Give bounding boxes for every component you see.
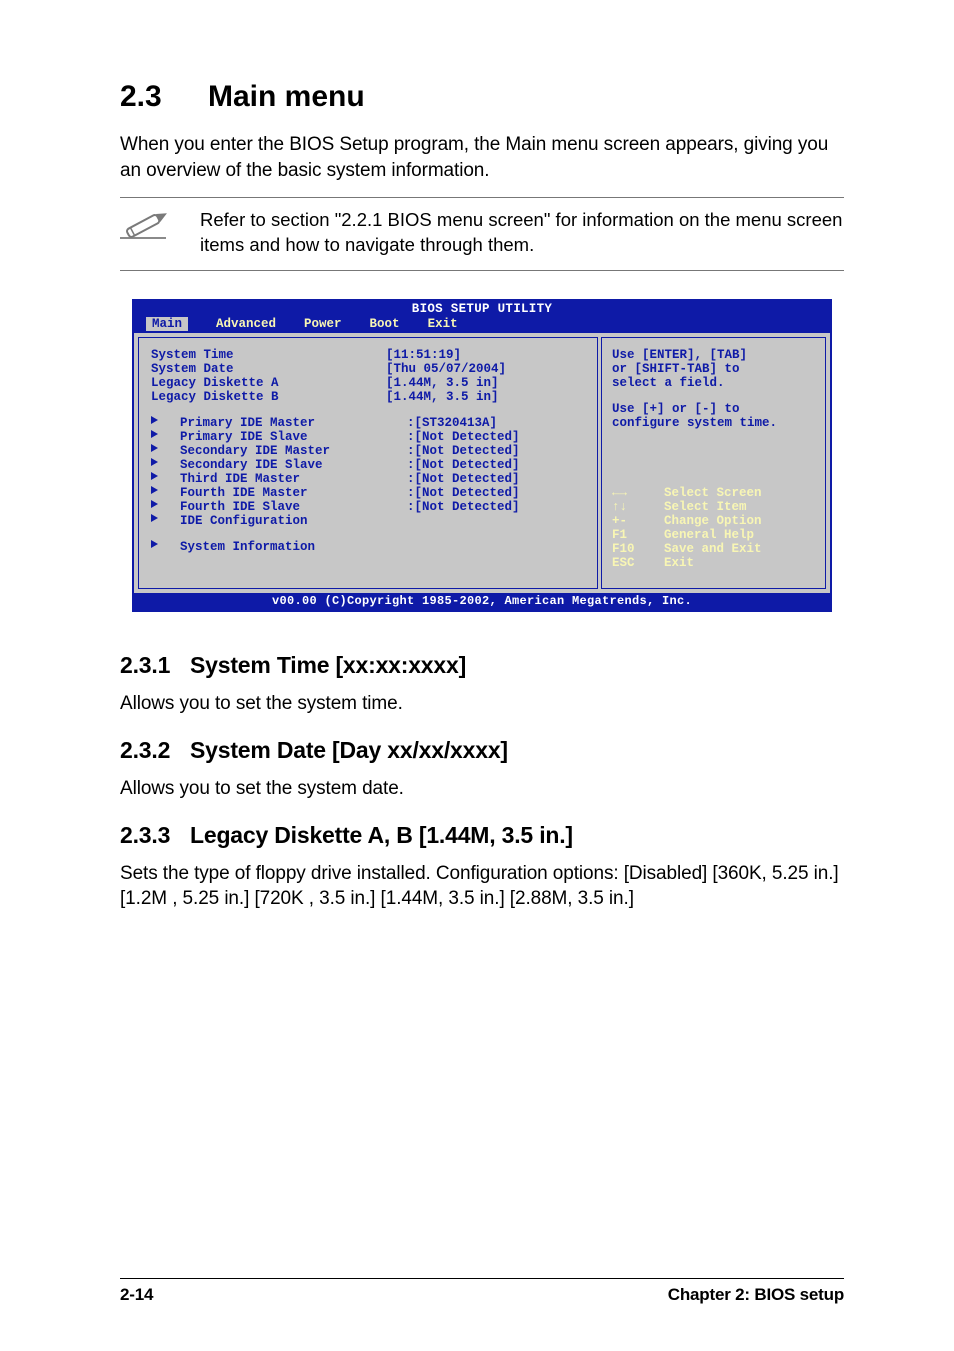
page-number: 2-14 xyxy=(120,1285,153,1305)
heading-number: 2.3 xyxy=(120,80,208,114)
section-heading: 2.3.2System Date [Day xx/xx/xxxx] xyxy=(120,737,844,764)
section-body: Sets the type of floppy drive installed.… xyxy=(120,861,844,912)
note-text: Refer to section "2.2.1 BIOS menu screen… xyxy=(200,208,844,258)
bios-menu-bar: Main Advanced Power Boot Exit xyxy=(134,316,830,333)
section-body: Allows you to set the system date. xyxy=(120,776,844,802)
triangle-icon xyxy=(151,444,158,452)
bios-help-panel: Use [ENTER], [TAB] or [SHIFT-TAB] to sel… xyxy=(601,337,826,589)
bios-left-panel: System Time[11:51:19] System Date[Thu 05… xyxy=(138,337,598,589)
triangle-icon xyxy=(151,540,158,548)
bios-copyright: v00.00 (C)Copyright 1985-2002, American … xyxy=(134,593,830,610)
section-heading: 2.3.1System Time [xx:xx:xxxx] xyxy=(120,652,844,679)
bios-submenu-row: System Information xyxy=(151,540,597,554)
bios-row: System Time[11:51:19] xyxy=(151,348,597,362)
note-pencil-icon xyxy=(120,208,172,242)
triangle-icon xyxy=(151,430,158,438)
triangle-icon xyxy=(151,416,158,424)
bios-help-line: Use [+] or [-] to xyxy=(612,402,817,416)
triangle-icon xyxy=(151,500,158,508)
bios-help-line: select a field. xyxy=(612,376,817,390)
bios-submenu-row: Fourth IDE Slave:[Not Detected] xyxy=(151,500,597,514)
footer-rule xyxy=(120,1278,844,1279)
bios-tab-boot: Boot xyxy=(370,317,400,331)
page-footer: 2-14 Chapter 2: BIOS setup xyxy=(120,1285,844,1305)
bios-body: System Time[11:51:19] System Date[Thu 05… xyxy=(134,333,830,593)
bios-help-line: configure system time. xyxy=(612,416,817,430)
bios-row: Legacy Diskette B[1.44M, 3.5 in] xyxy=(151,390,597,404)
triangle-icon xyxy=(151,458,158,466)
bios-help-line: or [SHIFT-TAB] to xyxy=(612,362,817,376)
triangle-icon xyxy=(151,486,158,494)
bios-submenu-row: Secondary IDE Master:[Not Detected] xyxy=(151,444,597,458)
bios-help-keys: ←→Select Screen ↑↓Select Item +-Change O… xyxy=(612,486,817,570)
bios-submenu-row: Primary IDE Slave:[Not Detected] xyxy=(151,430,597,444)
bios-submenu-row: Secondary IDE Slave:[Not Detected] xyxy=(151,458,597,472)
intro-paragraph: When you enter the BIOS Setup program, t… xyxy=(120,132,844,183)
triangle-icon xyxy=(151,472,158,480)
bios-tab-main: Main xyxy=(146,317,188,331)
page-heading: 2.3Main menu xyxy=(120,80,844,114)
bios-submenu-row: Primary IDE Master:[ST320413A] xyxy=(151,416,597,430)
bios-submenu-row: Third IDE Master:[Not Detected] xyxy=(151,472,597,486)
heading-title: Main menu xyxy=(208,80,365,113)
section-heading: 2.3.3Legacy Diskette A, B [1.44M, 3.5 in… xyxy=(120,822,844,849)
bios-submenu-row: Fourth IDE Master:[Not Detected] xyxy=(151,486,597,500)
bios-tab-power: Power xyxy=(304,317,342,331)
bios-title: BIOS SETUP UTILITY xyxy=(134,301,830,316)
chapter-label: Chapter 2: BIOS setup xyxy=(668,1285,844,1305)
bios-submenu-row: IDE Configuration xyxy=(151,514,597,528)
note-block: Refer to section "2.2.1 BIOS menu screen… xyxy=(120,197,844,271)
bios-help-line: Use [ENTER], [TAB] xyxy=(612,348,817,362)
bios-row: Legacy Diskette A[1.44M, 3.5 in] xyxy=(151,376,597,390)
bios-screenshot: BIOS SETUP UTILITY Main Advanced Power B… xyxy=(132,299,832,612)
bios-tab-exit: Exit xyxy=(428,317,458,331)
triangle-icon xyxy=(151,514,158,522)
section-body: Allows you to set the system time. xyxy=(120,691,844,717)
bios-row: System Date[Thu 05/07/2004] xyxy=(151,362,597,376)
bios-tab-advanced: Advanced xyxy=(216,317,276,331)
